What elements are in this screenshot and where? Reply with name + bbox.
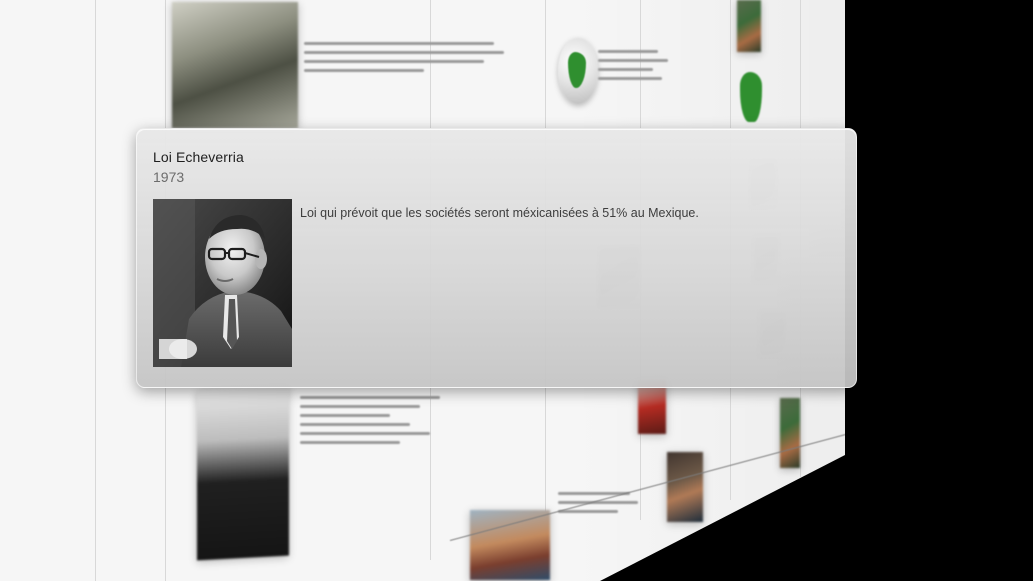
timeline-event-thumbnail[interactable] xyxy=(197,385,289,561)
timeline-event-text xyxy=(304,42,504,78)
timeline-event-text xyxy=(300,396,450,450)
timeline-event-text xyxy=(598,50,668,86)
event-detail-popup[interactable]: Loi Echeverria 1973 Loi qui prévoit que … xyxy=(136,128,857,388)
timeline-event-thumbnail[interactable] xyxy=(737,0,761,52)
event-title: Loi Echeverria xyxy=(153,149,244,165)
globe-icon[interactable] xyxy=(558,38,598,104)
timeline-event-thumbnail[interactable] xyxy=(172,2,298,128)
timeline-event-thumbnail[interactable] xyxy=(638,380,666,434)
timeline-column-line xyxy=(95,0,96,581)
timeline-event-text xyxy=(558,492,638,519)
timeline-event-thumbnail[interactable] xyxy=(780,398,800,468)
timeline-event-thumbnail[interactable] xyxy=(667,452,703,522)
map-icon[interactable] xyxy=(740,72,762,122)
portrait-photo-icon xyxy=(153,199,292,367)
event-year: 1973 xyxy=(153,169,185,185)
timeline-event-thumbnail[interactable] xyxy=(470,510,550,580)
event-description: Loi qui prévoit que les sociétés seront … xyxy=(300,206,699,220)
